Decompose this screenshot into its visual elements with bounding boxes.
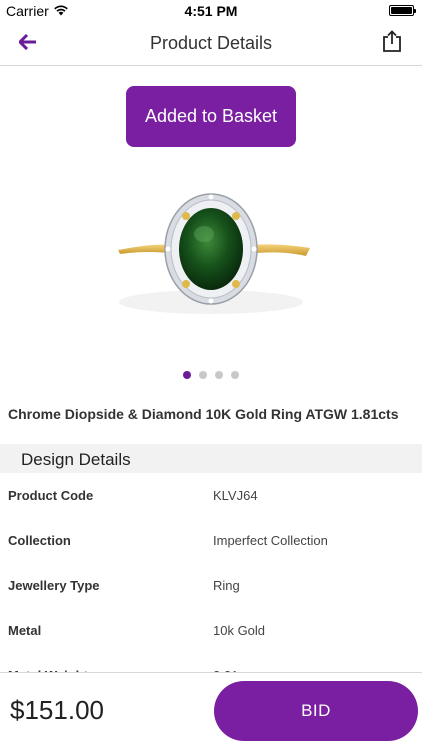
detail-value: Ring bbox=[213, 578, 240, 593]
image-pager[interactable] bbox=[0, 371, 422, 379]
product-details-screen: Carrier 4:51 PM Product Details Added to… bbox=[0, 0, 422, 750]
detail-label: Product Code bbox=[8, 488, 94, 503]
share-button[interactable] bbox=[380, 29, 404, 57]
nav-bar: Product Details bbox=[0, 22, 422, 66]
detail-value: KLVJ64 bbox=[213, 488, 258, 503]
detail-value: Imperfect Collection bbox=[213, 533, 328, 548]
product-image[interactable] bbox=[100, 170, 322, 340]
detail-row-collection: Collection Imperfect Collection bbox=[0, 518, 422, 563]
detail-row-product-code: Product Code KLVJ64 bbox=[0, 473, 422, 518]
detail-label: Jewellery Type bbox=[8, 578, 100, 593]
pager-dot[interactable] bbox=[199, 371, 207, 379]
detail-value: 10k Gold bbox=[213, 623, 266, 638]
detail-label: Metal bbox=[8, 623, 42, 638]
bottom-bar: $151.00 BID bbox=[0, 672, 422, 750]
detail-label: Collection bbox=[8, 533, 71, 548]
price-label: $151.00 bbox=[10, 695, 104, 725]
page-title: Product Details bbox=[149, 33, 273, 53]
status-bar: Carrier 4:51 PM bbox=[0, 0, 422, 22]
product-title: Chrome Diopside & Diamond 10K Gold Ring … bbox=[8, 406, 399, 422]
clock: 4:51 PM bbox=[184, 3, 238, 19]
bid-button[interactable]: BID bbox=[214, 681, 418, 741]
details-list: Product Code KLVJ64 Collection Imperfect… bbox=[0, 473, 422, 698]
battery-icon bbox=[389, 5, 416, 16]
design-details-header: Design Details bbox=[0, 444, 422, 473]
added-to-basket-toast: Added to Basket bbox=[126, 86, 296, 147]
pager-dot[interactable] bbox=[231, 371, 239, 379]
pager-dot[interactable] bbox=[183, 371, 191, 379]
share-icon bbox=[382, 29, 402, 57]
detail-row-jewellery-type: Jewellery Type Ring bbox=[0, 563, 422, 608]
pager-dot[interactable] bbox=[215, 371, 223, 379]
detail-row-metal: Metal 10k Gold bbox=[0, 608, 422, 653]
